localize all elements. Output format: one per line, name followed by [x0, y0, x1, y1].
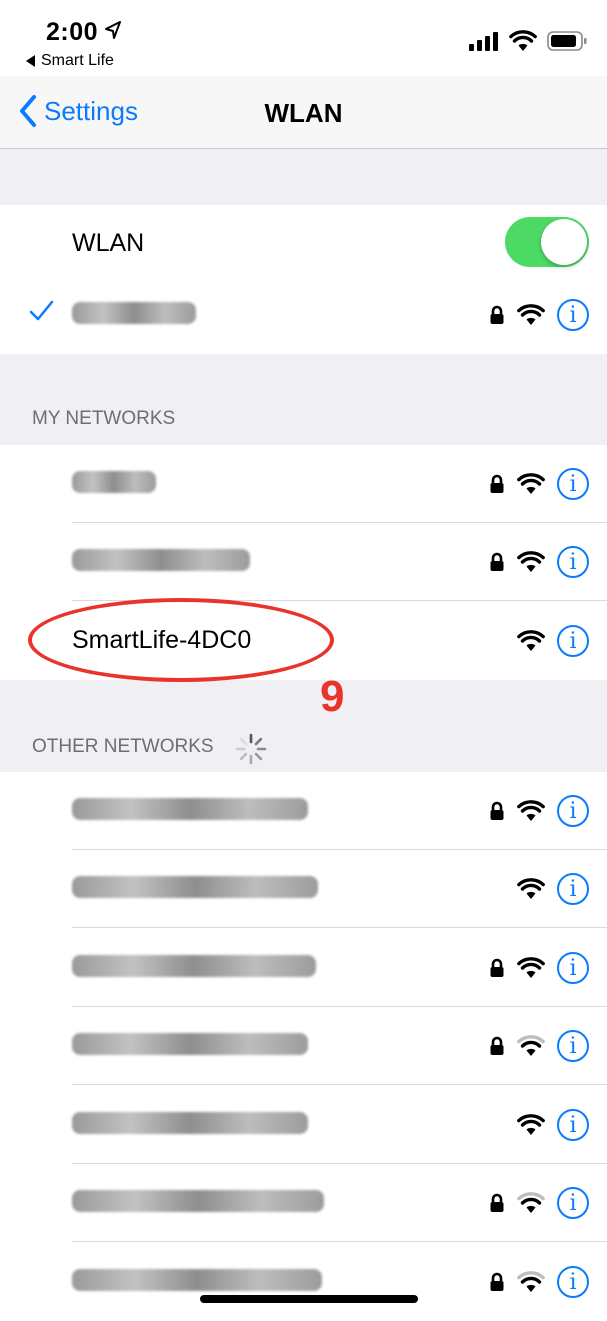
wifi-status-icon	[509, 30, 537, 51]
back-triangle-icon	[26, 55, 35, 67]
obscured-network-name	[72, 1112, 308, 1134]
lock-icon	[487, 1272, 507, 1292]
network-icons: i	[487, 949, 589, 987]
network-row[interactable]: i	[0, 1086, 607, 1164]
wifi-weak-signal-icon	[517, 1035, 545, 1057]
wifi-signal-icon	[517, 800, 545, 822]
network-row[interactable]: i	[0, 1007, 607, 1085]
info-button-icon[interactable]: i	[557, 1030, 589, 1062]
network-icons: i	[487, 465, 589, 503]
navigation-bar: Settings WLAN	[0, 76, 607, 149]
obscured-network-name	[72, 876, 318, 898]
wifi-signal-icon	[517, 551, 545, 573]
network-row[interactable]: i	[0, 523, 607, 601]
obscured-network-name	[72, 798, 308, 820]
obscured-network-name	[72, 1190, 324, 1212]
toggle-knob	[541, 219, 587, 265]
loading-spinner-icon	[235, 733, 267, 765]
location-arrow-icon	[105, 21, 121, 39]
back-app-label: Smart Life	[41, 52, 114, 69]
network-icons: i	[487, 1184, 589, 1222]
wifi-signal-icon	[517, 304, 545, 326]
obscured-network-name	[72, 1269, 322, 1291]
network-row[interactable]: i	[0, 1243, 607, 1321]
info-button-icon[interactable]: i	[557, 468, 589, 500]
network-row[interactable]: i	[0, 929, 607, 1007]
page-title: WLAN	[264, 98, 343, 128]
info-button-icon[interactable]: i	[557, 1109, 589, 1141]
wifi-signal-icon	[517, 957, 545, 979]
row-separator	[72, 927, 607, 928]
info-button-icon[interactable]: i	[557, 299, 589, 331]
section-gap	[0, 149, 607, 205]
lock-icon	[487, 1193, 507, 1213]
network-row[interactable]: i	[0, 772, 607, 850]
battery-icon	[547, 31, 587, 51]
my-networks-header: MY NETWORKS	[0, 354, 607, 445]
wifi-signal-icon	[517, 473, 545, 495]
info-button-icon[interactable]: i	[557, 952, 589, 984]
lock-icon	[487, 474, 507, 494]
obscured-network-name	[72, 1033, 308, 1055]
other-networks-title: OTHER NETWORKS	[32, 736, 214, 757]
wifi-signal-icon	[517, 1114, 545, 1136]
info-button-icon[interactable]: i	[557, 795, 589, 827]
network-row[interactable]: i	[0, 850, 607, 928]
step-number-annotation: 9	[320, 672, 345, 721]
back-to-app[interactable]: Smart Life	[26, 52, 114, 70]
lock-icon	[487, 958, 507, 978]
my-networks-title: MY NETWORKS	[32, 408, 176, 429]
network-icons: i	[487, 1263, 589, 1301]
network-icons: i	[517, 870, 589, 908]
lock-icon	[487, 1036, 507, 1056]
network-icons: i	[487, 296, 589, 334]
wlan-toggle-switch[interactable]	[505, 217, 589, 267]
lock-icon	[487, 305, 507, 325]
obscured-network-name	[72, 471, 156, 493]
network-icons: i	[487, 543, 589, 581]
status-bar: 2:00 Smart Life	[0, 0, 607, 76]
info-button-icon[interactable]: i	[557, 1187, 589, 1219]
row-separator	[72, 1241, 607, 1242]
wifi-signal-icon	[517, 630, 545, 652]
lock-icon	[487, 801, 507, 821]
network-icons: i	[487, 792, 589, 830]
obscured-network-name	[72, 955, 316, 977]
other-networks-header: OTHER NETWORKS	[0, 680, 607, 772]
network-icons: i	[517, 1106, 589, 1144]
info-button-icon[interactable]: i	[557, 625, 589, 657]
wifi-signal-icon	[517, 878, 545, 900]
info-button-icon[interactable]: i	[557, 873, 589, 905]
wifi-weak-signal-icon	[517, 1192, 545, 1214]
network-icons: i	[517, 622, 589, 660]
info-button-icon[interactable]: i	[557, 1266, 589, 1298]
connected-network-row[interactable]: i	[0, 276, 607, 354]
lock-icon	[487, 552, 507, 572]
network-row[interactable]: i	[0, 1164, 607, 1242]
checkmark-icon	[29, 300, 54, 321]
network-icons: i	[487, 1027, 589, 1065]
wlan-label: WLAN	[72, 229, 145, 257]
info-button-icon[interactable]: i	[557, 546, 589, 578]
wifi-weak-signal-icon	[517, 1271, 545, 1293]
status-icons	[469, 30, 587, 52]
cellular-signal-icon	[469, 32, 498, 51]
row-separator	[72, 1084, 607, 1085]
wlan-toggle-row: WLAN	[0, 205, 607, 283]
status-time: 2:00	[46, 18, 99, 46]
network-row[interactable]: i	[0, 445, 607, 523]
home-indicator[interactable]	[200, 1295, 418, 1303]
obscured-network-name	[72, 549, 250, 571]
obscured-network-name	[72, 302, 196, 324]
highlight-ellipse	[28, 598, 334, 682]
